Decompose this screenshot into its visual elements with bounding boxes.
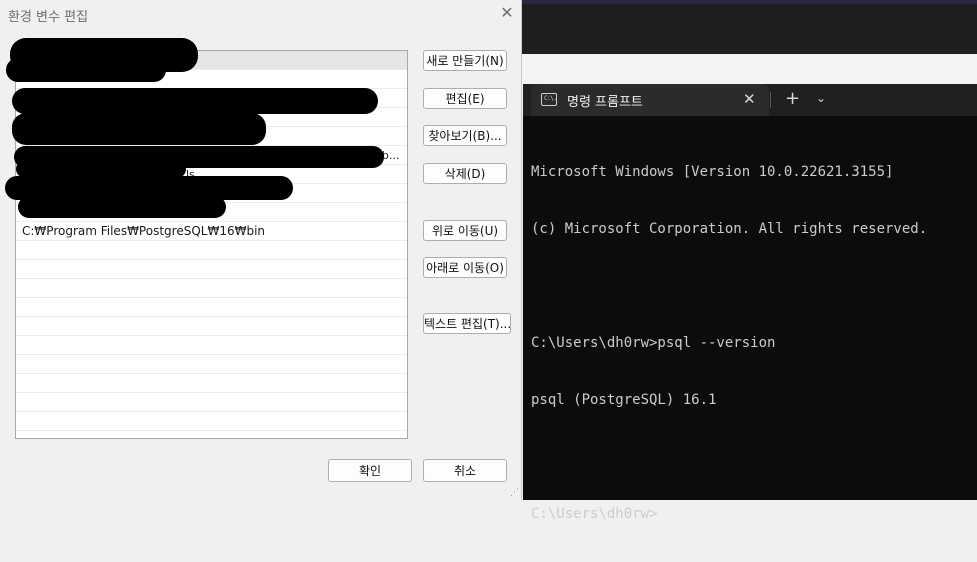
list-item-empty[interactable] (16, 374, 407, 393)
list-item-label: C:₩Program Files₩PostgreSQL₩16₩bin (22, 224, 266, 238)
list-item-empty[interactable] (16, 412, 407, 431)
move-up-button[interactable]: 위로 이동(U) (423, 220, 507, 241)
redaction-mark (12, 88, 378, 114)
terminal-output[interactable]: Microsoft Windows [Version 10.0.22621.31… (531, 125, 971, 562)
background-window-light (522, 54, 977, 74)
new-button[interactable]: 새로 만들기(N) (423, 50, 507, 71)
background-window-dark (522, 4, 977, 54)
cancel-button[interactable]: 취소 (423, 459, 507, 482)
edit-button[interactable]: 편집(E) (423, 88, 507, 109)
terminal-line: C:\Users\dh0rw>psql --version (531, 335, 776, 351)
dialog-title: 환경 변수 편집 (8, 10, 89, 25)
list-item-empty[interactable] (16, 336, 407, 355)
redaction-mark (6, 58, 166, 82)
list-item-empty[interactable] (16, 298, 407, 317)
list-item-empty[interactable] (16, 241, 407, 260)
list-item-empty[interactable] (16, 279, 407, 298)
close-icon[interactable]: ✕ (498, 4, 516, 22)
ok-button[interactable]: 확인 (328, 459, 412, 482)
list-item-empty[interactable] (16, 355, 407, 374)
command-prompt-icon: C:\. (541, 93, 557, 106)
chevron-down-icon[interactable]: ⌄ (816, 91, 826, 105)
list-item-empty[interactable] (16, 317, 407, 336)
resize-grip-icon[interactable]: ⋰ (510, 488, 519, 498)
terminal-line: Microsoft Windows [Version 10.0.22621.31… (531, 164, 894, 180)
terminal-tab-bar: C:\. 명령 프롬프트 ✕ + ⌄ (523, 84, 977, 116)
edit-env-variable-dialog: 환경 변수 편집 ✕ ₩b... ls C:₩Program Files₩Pos… (0, 0, 522, 500)
move-down-button[interactable]: 아래로 이동(O) (423, 257, 507, 278)
terminal-line: (c) Microsoft Corporation. All rights re… (531, 221, 928, 237)
redaction-mark (18, 196, 226, 218)
tab-title: 명령 프롬프트 (567, 95, 643, 110)
tab-command-prompt[interactable]: C:\. 명령 프롬프트 ✕ (531, 84, 769, 116)
terminal-window: C:\. 명령 프롬프트 ✕ + ⌄ Microsoft Windows [Ve… (523, 84, 977, 522)
list-item[interactable]: C:₩Program Files₩PostgreSQL₩16₩bin (16, 222, 407, 241)
background-window-light-2 (522, 74, 977, 84)
edit-text-button[interactable]: 텍스트 편집(T)... (423, 313, 511, 334)
terminal-prompt-line: C:\Users\dh0rw> (531, 506, 658, 522)
close-icon[interactable]: ✕ (743, 90, 756, 108)
list-item-empty[interactable] (16, 260, 407, 279)
redaction-mark (12, 113, 266, 145)
tab-divider (770, 92, 771, 108)
delete-button[interactable]: 삭제(D) (423, 163, 507, 184)
list-item-empty[interactable] (16, 393, 407, 412)
new-tab-icon[interactable]: + (785, 88, 800, 109)
terminal-line: psql (PostgreSQL) 16.1 (531, 392, 717, 408)
browse-button[interactable]: 찾아보기(B)... (423, 125, 507, 146)
